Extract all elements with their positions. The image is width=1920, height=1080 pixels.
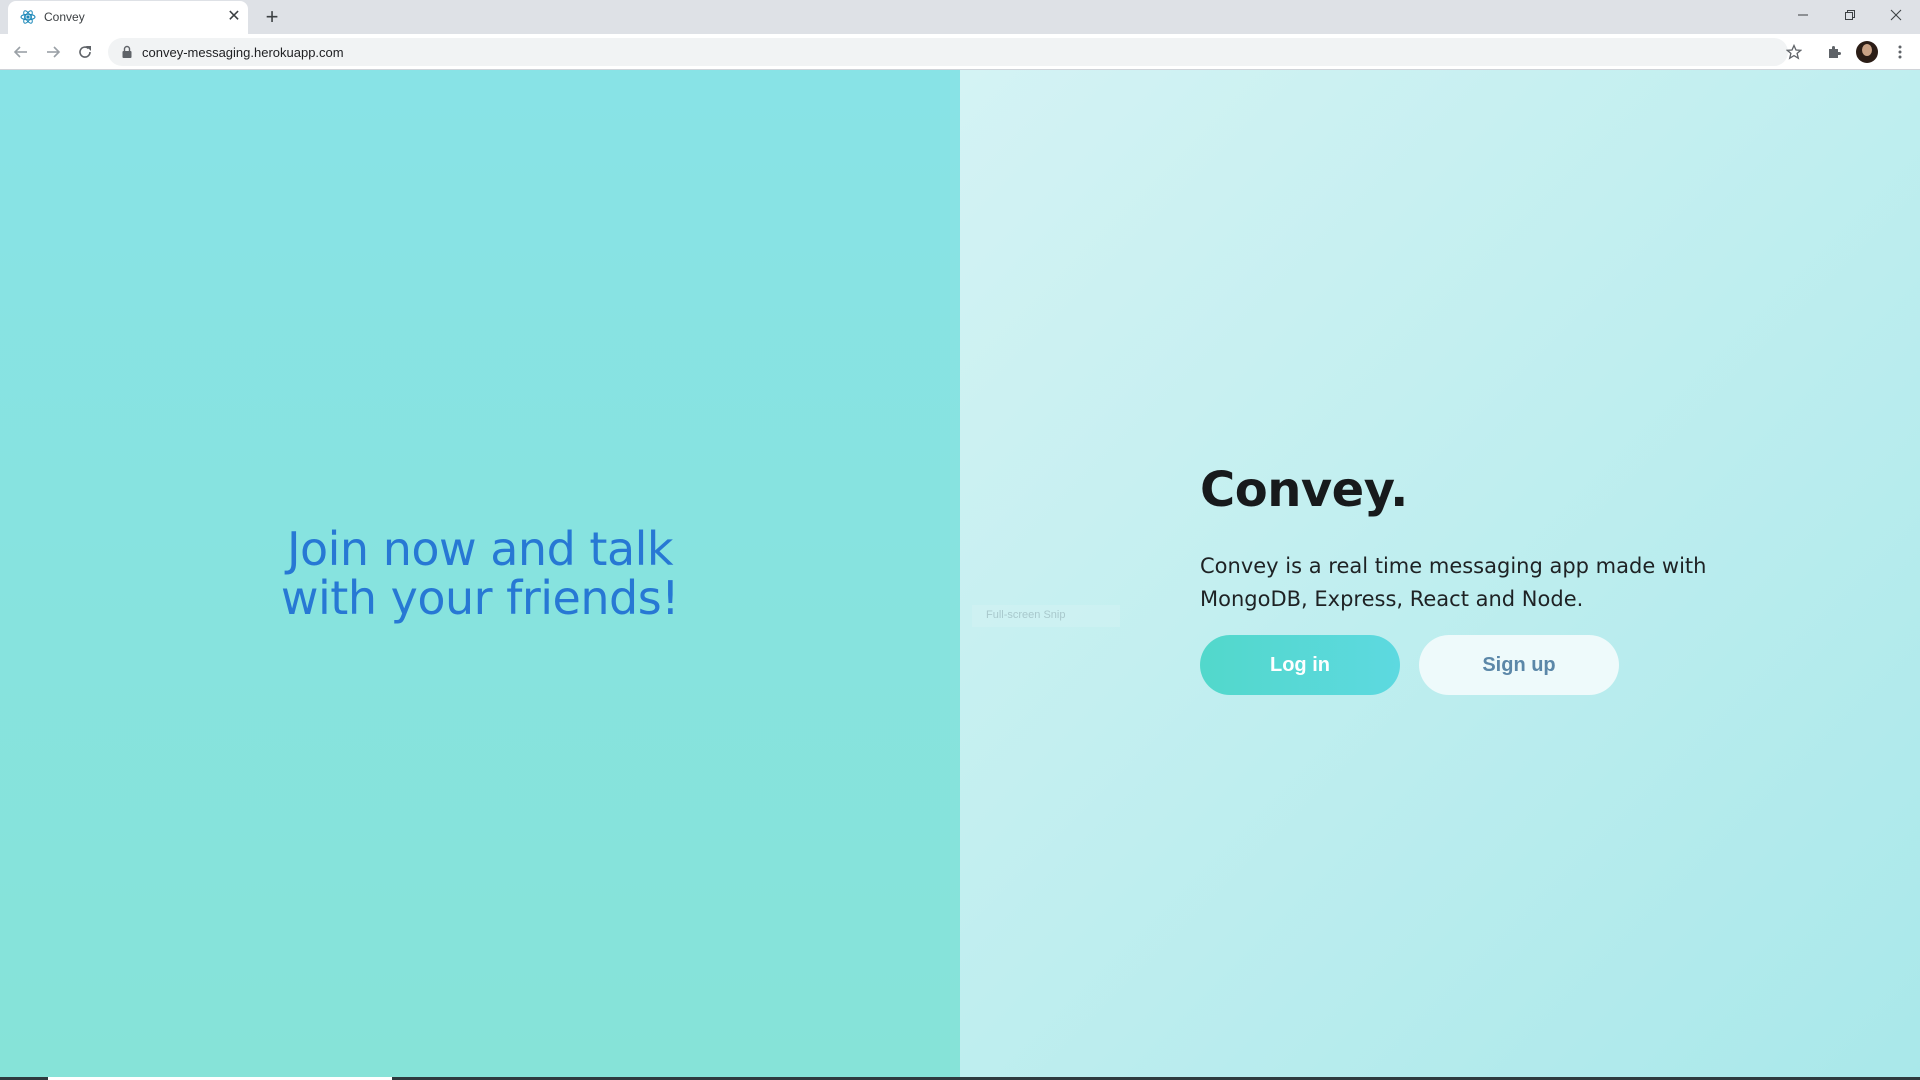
back-button[interactable] xyxy=(9,40,33,64)
close-tab-icon[interactable]: ✕ xyxy=(226,9,242,25)
reload-icon xyxy=(79,46,91,58)
star-icon xyxy=(1786,44,1802,60)
tagline-line-2: with your friends! xyxy=(280,571,680,625)
new-tab-button[interactable]: + xyxy=(260,5,284,29)
brand-title: Convey. xyxy=(1200,462,1408,518)
browser-menu-button[interactable] xyxy=(1888,40,1912,64)
left-panel: Join now and talk with your friends! xyxy=(0,70,960,1080)
close-window-button[interactable] xyxy=(1873,0,1919,30)
bookmark-button[interactable] xyxy=(1782,40,1806,64)
minimize-icon xyxy=(1798,14,1808,16)
close-icon xyxy=(1890,9,1902,21)
forward-button[interactable] xyxy=(41,40,65,64)
minimize-button[interactable] xyxy=(1780,0,1826,30)
restore-button[interactable] xyxy=(1827,0,1873,30)
arrow-left-icon xyxy=(13,46,27,58)
restore-icon xyxy=(1845,10,1855,20)
reload-button[interactable] xyxy=(73,40,97,64)
tab-title: Convey xyxy=(44,10,85,24)
extensions-button[interactable] xyxy=(1822,40,1846,64)
tab-bar: Convey ✕ + xyxy=(0,0,1920,34)
arrow-right-icon xyxy=(47,46,61,58)
signup-button[interactable]: Sign up xyxy=(1419,635,1619,695)
app-description: Convey is a real time messaging app made… xyxy=(1200,554,1707,611)
avatar[interactable] xyxy=(1856,41,1878,63)
browser-tab[interactable]: Convey ✕ xyxy=(8,1,248,34)
right-panel: Full-screen Snip Convey. Convey is a rea… xyxy=(960,70,1920,1080)
lock-icon xyxy=(122,45,132,58)
address-bar[interactable]: convey-messaging.herokuapp.com xyxy=(108,38,1788,66)
url-text: convey-messaging.herokuapp.com xyxy=(142,45,344,60)
tagline-line-1: Join now and talk xyxy=(286,522,674,576)
kebab-menu-icon xyxy=(1898,45,1902,59)
puzzle-icon xyxy=(1829,46,1841,58)
tagline: Join now and talk with your friends! xyxy=(180,525,780,623)
react-icon xyxy=(20,10,36,24)
login-button[interactable]: Log in xyxy=(1200,635,1400,695)
page-content: Join now and talk with your friends! Ful… xyxy=(0,70,1920,1080)
snip-overlay: Full-screen Snip xyxy=(972,605,1120,627)
browser-toolbar: convey-messaging.herokuapp.com xyxy=(0,34,1920,70)
